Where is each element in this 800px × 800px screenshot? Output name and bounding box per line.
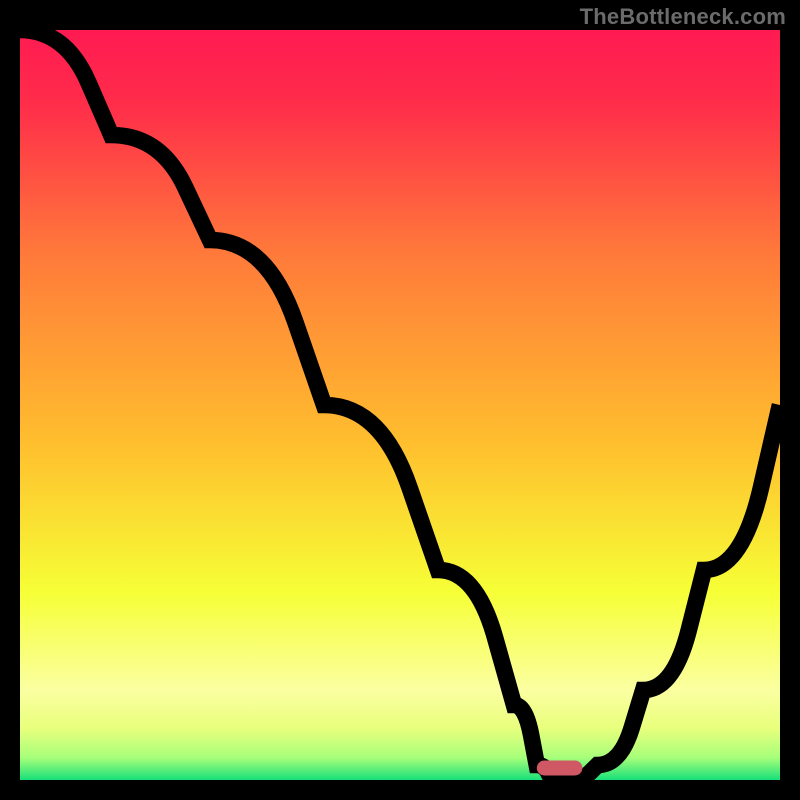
chart-frame: TheBottleneck.com <box>0 0 800 800</box>
bottleneck-chart <box>20 30 780 780</box>
watermark-text: TheBottleneck.com <box>580 4 786 30</box>
optimal-marker <box>537 761 583 776</box>
